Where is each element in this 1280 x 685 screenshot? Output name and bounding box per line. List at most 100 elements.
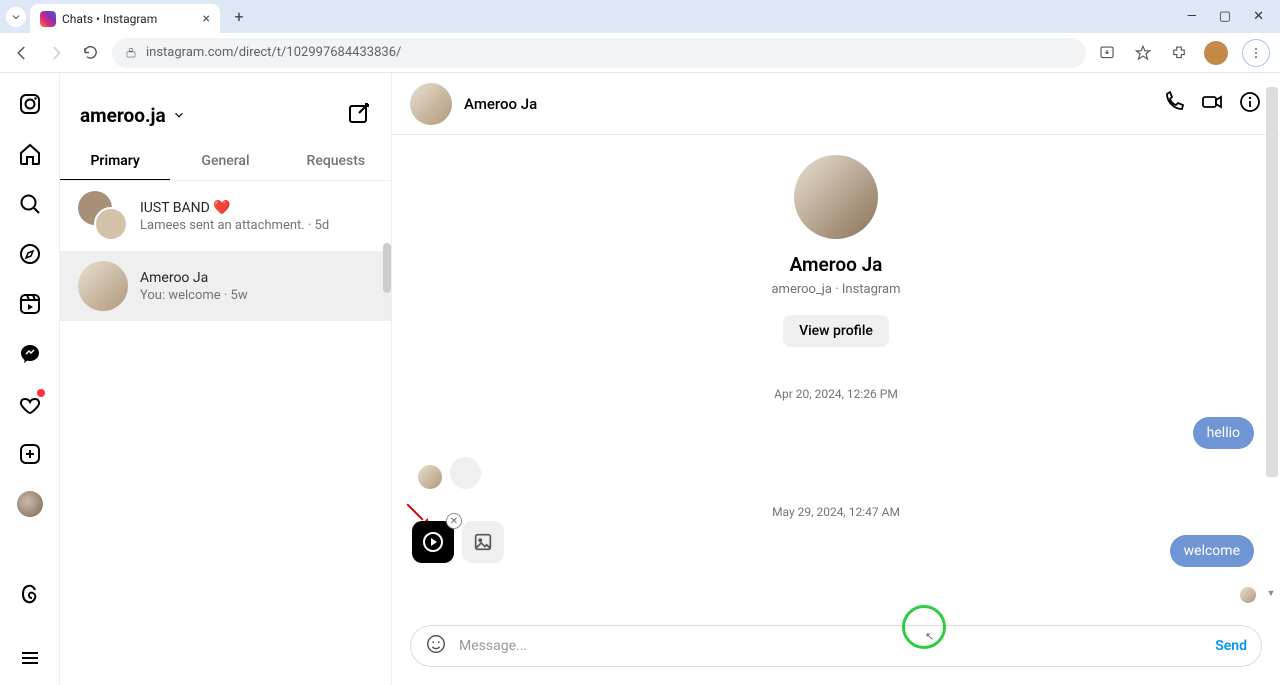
account-username: ameroo.ja: [80, 104, 166, 127]
conversation-preview: You: welcome · 5w: [140, 288, 248, 303]
play-icon: [423, 532, 443, 552]
emoji-icon: [425, 633, 447, 655]
minimize-button[interactable]: —: [1187, 9, 1197, 24]
profile-name: Ameroo Ja: [790, 253, 883, 276]
kebab-icon: [1249, 46, 1263, 60]
message-input[interactable]: [459, 638, 1203, 654]
tab-title: Chats • Instagram: [62, 12, 197, 26]
chat-pane: Ameroo Ja Ameroo Ja ameroo_ja · Instagra…: [392, 73, 1280, 685]
reload-icon: [82, 44, 99, 61]
conversation-item[interactable]: Ameroo Ja You: welcome · 5w: [60, 251, 391, 321]
message-timestamp: Apr 20, 2024, 12:26 PM: [774, 387, 898, 401]
tab-search-dropdown[interactable]: [6, 7, 26, 27]
back-button[interactable]: [10, 41, 34, 65]
emoji-button[interactable]: [425, 633, 447, 659]
seen-indicator-avatar: [1240, 587, 1256, 603]
phone-icon: [1162, 90, 1186, 114]
close-window-button[interactable]: ✕: [1253, 9, 1264, 24]
chevron-down-icon: [10, 11, 22, 23]
remove-attachment-button[interactable]: ✕: [446, 513, 462, 529]
attachment-preview-row: ✕: [412, 521, 504, 563]
bookmark-icon[interactable]: [1132, 42, 1154, 64]
maximize-button[interactable]: ▢: [1219, 9, 1231, 24]
url-text: instagram.com/direct/t/102997684433836/: [146, 45, 401, 60]
close-tab-icon[interactable]: ×: [203, 11, 210, 27]
conversation-name: IUST BAND ❤️: [140, 200, 329, 216]
profile-handle: ameroo_ja · Instagram: [771, 282, 900, 297]
message-row: welcome: [418, 535, 1254, 567]
chat-header-name[interactable]: Ameroo Ja: [464, 95, 537, 113]
info-icon: [1238, 90, 1262, 114]
conversation-name: Ameroo Ja: [140, 270, 248, 286]
reels-icon[interactable]: [17, 291, 43, 317]
sidebar-scrollbar[interactable]: [383, 243, 391, 293]
profile-nav-avatar[interactable]: [17, 491, 43, 517]
conversation-preview: Lamees sent an attachment. · 5d: [140, 218, 329, 233]
sent-message[interactable]: hellio: [1193, 417, 1254, 449]
image-icon: [472, 531, 494, 553]
reload-button[interactable]: [78, 41, 102, 65]
conversation-list[interactable]: IUST BAND ❤️ Lamees sent an attachment. …: [60, 181, 391, 685]
arrow-left-icon: [13, 44, 31, 62]
message-row: [418, 457, 1254, 489]
video-icon: [1200, 90, 1224, 114]
composer-area: ✕ Send ↖: [392, 569, 1280, 685]
chrome-menu-button[interactable]: [1242, 39, 1270, 67]
notification-badge: [37, 389, 45, 397]
profile-picture[interactable]: [794, 155, 878, 239]
sender-avatar[interactable]: [418, 465, 442, 489]
address-bar-row: instagram.com/direct/t/102997684433836/: [0, 33, 1280, 73]
conversation-item[interactable]: IUST BAND ❤️ Lamees sent an attachment. …: [60, 181, 391, 251]
new-tab-button[interactable]: +: [226, 4, 252, 30]
install-app-icon[interactable]: [1096, 42, 1118, 64]
add-attachment-button[interactable]: [462, 521, 504, 563]
chat-header-avatar[interactable]: [410, 83, 452, 125]
dm-tabs: Primary General Requests: [60, 143, 391, 181]
create-icon[interactable]: [17, 441, 43, 467]
chat-profile-block: Ameroo Ja ameroo_ja · Instagram View pro…: [771, 155, 900, 347]
browser-tab[interactable]: Chats • Instagram ×: [30, 4, 220, 34]
site-info-icon[interactable]: [124, 46, 138, 60]
sent-message[interactable]: welcome: [1170, 535, 1254, 567]
message-composer: Send: [410, 625, 1262, 667]
search-icon[interactable]: [17, 191, 43, 217]
conversation-avatar: [78, 191, 128, 241]
messenger-icon[interactable]: [17, 341, 43, 367]
account-switcher[interactable]: ameroo.ja: [80, 104, 186, 127]
tab-general[interactable]: General: [170, 143, 280, 180]
conversation-avatar: [78, 261, 128, 311]
compose-icon: [347, 101, 371, 125]
chat-scrollbar[interactable]: [1266, 87, 1278, 477]
view-profile-button[interactable]: View profile: [783, 315, 889, 347]
instagram-favicon: [40, 11, 56, 27]
extensions-icon[interactable]: [1168, 42, 1190, 64]
arrow-right-icon: [47, 44, 65, 62]
instagram-logo[interactable]: [17, 91, 43, 117]
message-row: hellio: [418, 417, 1254, 449]
video-call-button[interactable]: [1200, 90, 1224, 118]
send-button[interactable]: Send: [1215, 638, 1247, 654]
video-attachment-thumb[interactable]: ✕: [412, 521, 454, 563]
browser-tab-strip: Chats • Instagram × + — ▢ ✕: [0, 0, 1280, 33]
chrome-profile-avatar[interactable]: [1204, 41, 1228, 65]
address-bar[interactable]: instagram.com/direct/t/102997684433836/: [112, 38, 1086, 68]
nav-rail: [0, 73, 60, 685]
home-icon[interactable]: [17, 141, 43, 167]
more-menu-icon[interactable]: [17, 645, 43, 671]
message-timestamp: May 29, 2024, 12:47 AM: [772, 505, 900, 519]
audio-call-button[interactable]: [1162, 90, 1186, 118]
received-message[interactable]: [450, 457, 481, 489]
explore-icon[interactable]: [17, 241, 43, 267]
chat-header: Ameroo Ja: [392, 73, 1280, 135]
dm-sidebar: ameroo.ja Primary General Requests IUST …: [60, 73, 392, 685]
chevron-down-icon: [172, 108, 186, 122]
new-message-button[interactable]: [347, 101, 371, 129]
threads-icon[interactable]: [17, 581, 43, 607]
tab-requests[interactable]: Requests: [281, 143, 391, 180]
chat-messages[interactable]: Ameroo Ja ameroo_ja · Instagram View pro…: [392, 135, 1280, 569]
window-controls: — ▢ ✕: [1187, 9, 1274, 24]
forward-button[interactable]: [44, 41, 68, 65]
tab-primary[interactable]: Primary: [60, 143, 170, 180]
notifications-icon[interactable]: [17, 391, 43, 417]
conversation-info-button[interactable]: [1238, 90, 1262, 118]
